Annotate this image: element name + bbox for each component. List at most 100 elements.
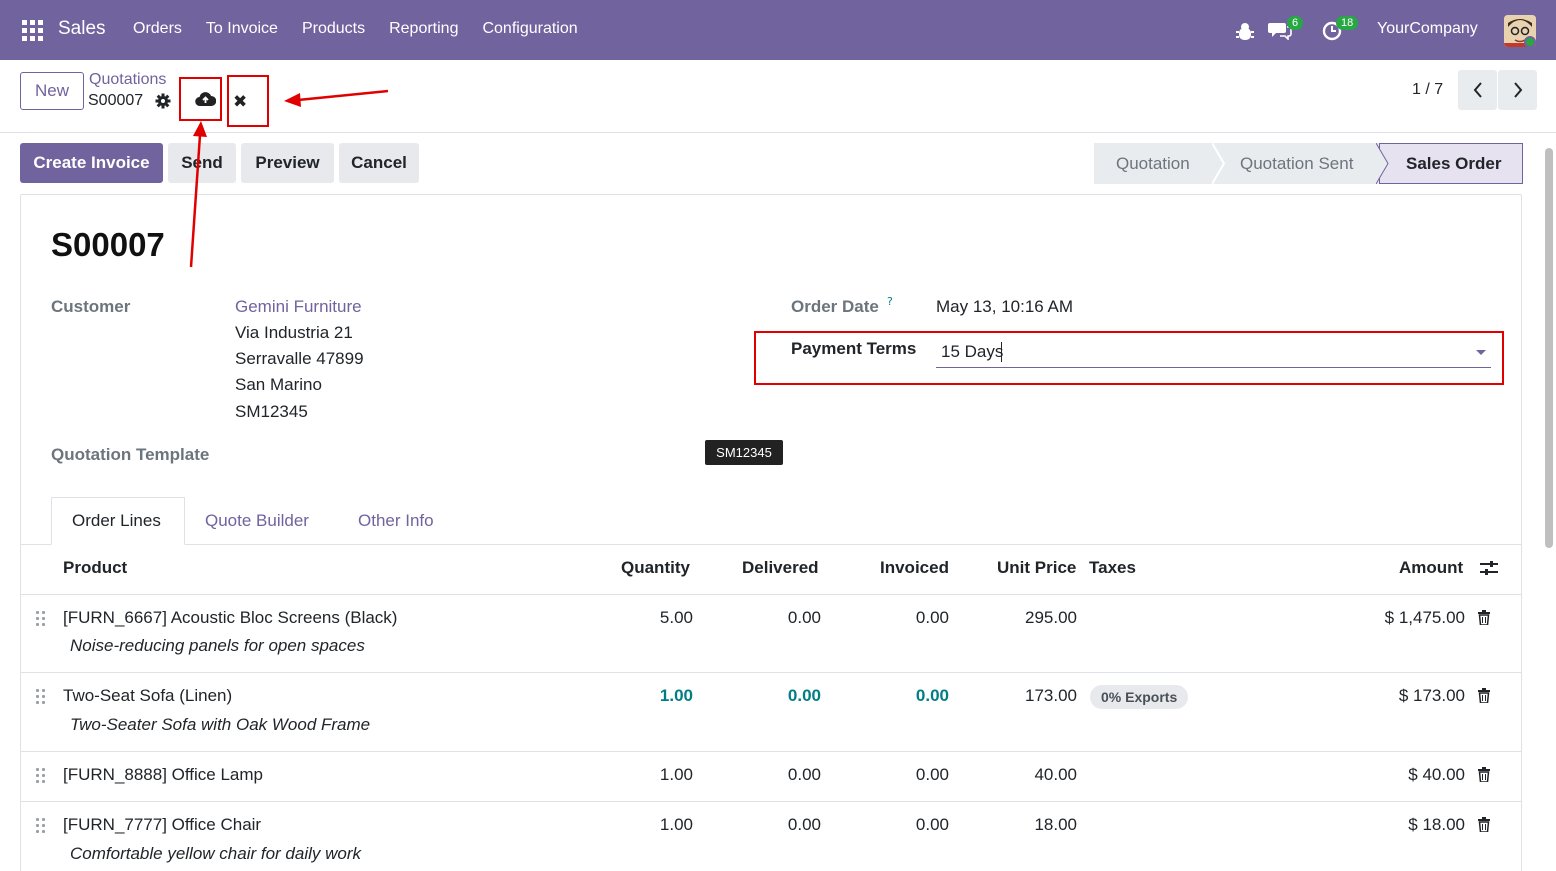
unit-price-cell[interactable]: 295.00 <box>977 608 1077 628</box>
tab-order-lines[interactable]: Order Lines <box>51 497 185 545</box>
stage-quotation[interactable]: Quotation <box>1094 143 1214 184</box>
trash-icon[interactable] <box>1478 610 1490 625</box>
menu-orders[interactable]: Orders <box>133 20 182 38</box>
amount-cell: $ 40.00 <box>1408 765 1465 784</box>
column-header-taxes[interactable]: Taxes <box>1089 558 1136 578</box>
stage-separator-arrow-icon <box>1212 143 1226 184</box>
preview-button[interactable]: Preview <box>241 143 334 183</box>
product-name[interactable]: [FURN_8888] Office Lamp <box>63 765 263 785</box>
row-divider <box>21 594 1521 595</box>
column-header-quantity[interactable]: Quantity <box>621 558 690 578</box>
stage-separator-arrow-icon <box>1376 143 1389 184</box>
breadcrumb-quotations[interactable]: Quotations <box>89 71 166 89</box>
annotation-box-save <box>179 77 222 121</box>
row-divider <box>21 801 1521 802</box>
optional-columns-sliders-icon[interactable] <box>1480 560 1498 576</box>
delivered-cell: 0.00 <box>787 608 821 627</box>
product-description[interactable]: Two-Seater Sofa with Oak Wood Frame <box>70 715 370 735</box>
chevron-left-icon <box>1473 82 1482 98</box>
menu-to-invoice[interactable]: To Invoice <box>206 20 278 38</box>
tax-tag[interactable]: 0% Exports <box>1090 685 1189 709</box>
customer-name-link[interactable]: Gemini Furniture <box>235 297 362 317</box>
invoiced-cell: 0.00 <box>915 686 949 705</box>
column-header-unit-price[interactable]: Unit Price <box>997 558 1076 578</box>
drag-handle-icon[interactable] <box>36 768 46 784</box>
app-grid-icon[interactable] <box>22 20 43 41</box>
quotation-template-label: Quotation Template <box>51 445 210 464</box>
order-title: S00007 <box>51 226 165 263</box>
messages-badge: 6 <box>1287 16 1304 30</box>
customer-address-line: Via Industria 21 <box>235 323 353 342</box>
tab-other-info[interactable]: Other Info <box>338 497 454 545</box>
new-button[interactable]: New <box>20 72 84 110</box>
drag-handle-icon[interactable] <box>36 818 46 834</box>
annotation-box-discard <box>227 75 269 127</box>
unit-price-cell[interactable]: 173.00 <box>977 686 1077 706</box>
top-navbar: Sales Orders To Invoice Products Reporti… <box>0 0 1556 60</box>
amount-cell: $ 173.00 <box>1398 686 1465 705</box>
product-name[interactable]: [FURN_6667] Acoustic Bloc Screens (Black… <box>63 608 397 628</box>
row-divider <box>21 672 1521 673</box>
tab-quote-builder[interactable]: Quote Builder <box>185 497 329 545</box>
order-date-value[interactable]: May 13, 10:16 AM <box>936 297 1073 317</box>
menu-configuration[interactable]: Configuration <box>482 20 577 38</box>
order-date-label: Order Date <box>791 297 879 316</box>
quantity-cell[interactable]: 1.00 <box>593 815 693 835</box>
customer-label: Customer <box>51 297 131 316</box>
invoiced-cell: 0.00 <box>915 815 949 834</box>
status-bar: Quotation Quotation Sent Sales Order <box>1094 143 1523 184</box>
column-header-delivered[interactable]: Delivered <box>742 558 819 578</box>
delivered-cell: 0.00 <box>787 686 821 705</box>
send-button[interactable]: Send <box>168 143 236 183</box>
menu-products[interactable]: Products <box>302 20 365 38</box>
stage-quotation-sent[interactable]: Quotation Sent <box>1214 143 1379 184</box>
pager-value[interactable]: 1 / 7 <box>1412 81 1443 99</box>
product-description[interactable]: Comfortable yellow chair for daily work <box>70 844 361 864</box>
drag-handle-icon[interactable] <box>36 611 46 627</box>
trash-icon[interactable] <box>1478 767 1490 782</box>
quantity-cell[interactable]: 1.00 <box>593 686 693 706</box>
trash-icon[interactable] <box>1478 688 1490 703</box>
trash-icon[interactable] <box>1478 817 1490 832</box>
online-status-dot <box>1524 36 1536 48</box>
page-scrollbar[interactable] <box>1545 148 1553 548</box>
company-switcher[interactable]: YourCompany <box>1377 20 1478 38</box>
create-invoice-button[interactable]: Create Invoice <box>20 143 163 183</box>
cancel-button[interactable]: Cancel <box>339 143 419 183</box>
quantity-cell[interactable]: 5.00 <box>593 608 693 628</box>
app-name[interactable]: Sales <box>58 18 106 40</box>
customer-address-line: SM12345 <box>235 402 308 421</box>
product-description[interactable]: Noise-reducing panels for open spaces <box>70 636 365 656</box>
main-menu: Orders To Invoice Products Reporting Con… <box>133 20 578 38</box>
unit-price-cell[interactable]: 18.00 <box>977 815 1077 835</box>
stage-sales-order[interactable]: Sales Order <box>1379 143 1523 184</box>
annotation-box-payment-terms <box>754 331 1504 385</box>
debug-icon[interactable] <box>1236 22 1254 42</box>
help-tooltip-icon[interactable]: ? <box>887 295 893 308</box>
amount-cell: $ 1,475.00 <box>1384 608 1465 627</box>
customer-address-line: Serravalle 47899 <box>235 349 364 368</box>
pager-next-button[interactable] <box>1498 70 1537 110</box>
row-divider <box>21 751 1521 752</box>
invoiced-cell: 0.00 <box>915 608 949 627</box>
quantity-cell[interactable]: 1.00 <box>593 765 693 785</box>
hover-tooltip: SM12345 <box>705 440 783 465</box>
invoiced-cell: 0.00 <box>915 765 949 784</box>
pager-previous-button[interactable] <box>1458 70 1497 110</box>
product-name[interactable]: [FURN_7777] Office Chair <box>63 815 261 835</box>
delivered-cell: 0.00 <box>787 815 821 834</box>
menu-reporting[interactable]: Reporting <box>389 20 458 38</box>
product-name[interactable]: Two-Seat Sofa (Linen) <box>63 686 232 706</box>
activities-badge: 18 <box>1336 16 1359 30</box>
column-header-amount[interactable]: Amount <box>1399 558 1463 578</box>
delivered-cell: 0.00 <box>787 765 821 784</box>
customer-address-line: San Marino <box>235 375 322 394</box>
column-header-product[interactable]: Product <box>63 558 127 578</box>
drag-handle-icon[interactable] <box>36 689 46 705</box>
column-header-invoiced[interactable]: Invoiced <box>880 558 949 578</box>
unit-price-cell[interactable]: 40.00 <box>977 765 1077 785</box>
breadcrumb-current: S00007 <box>88 92 144 109</box>
amount-cell: $ 18.00 <box>1408 815 1465 834</box>
gear-icon[interactable] <box>155 93 171 109</box>
chevron-right-icon <box>1513 82 1522 98</box>
